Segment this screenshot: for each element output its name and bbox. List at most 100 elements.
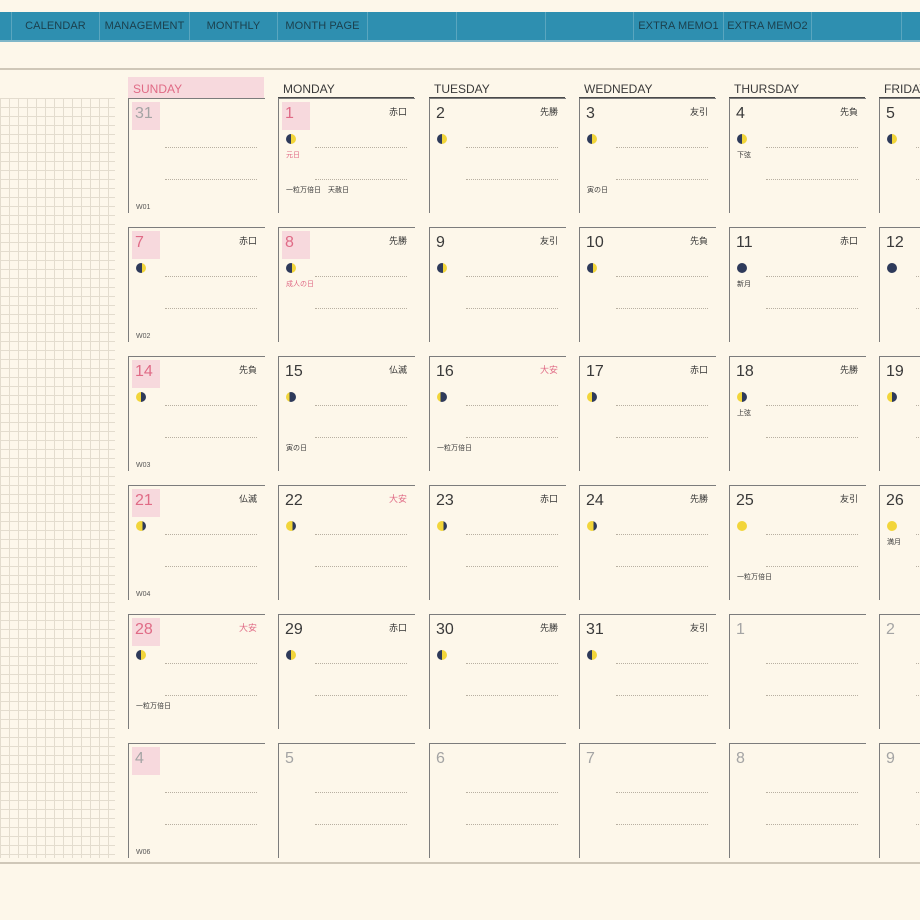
memo-line[interactable]: [766, 534, 858, 535]
memo-line[interactable]: [165, 276, 257, 277]
tab-extra-memo2[interactable]: EXTRA MEMO2: [724, 12, 812, 40]
calendar-day-cell[interactable]: 7 赤口 W02: [128, 227, 265, 342]
calendar-day-cell[interactable]: 2 先勝: [429, 98, 566, 213]
calendar-day-cell[interactable]: 1 赤口 元日 一粒万倍日 天赦日: [278, 98, 415, 213]
memo-line[interactable]: [916, 147, 920, 148]
memo-line[interactable]: [916, 792, 920, 793]
calendar-day-cell[interactable]: 2: [879, 614, 920, 729]
memo-line[interactable]: [466, 308, 558, 309]
calendar-day-cell[interactable]: 1: [729, 614, 866, 729]
tab-extra-memo1[interactable]: EXTRA MEMO1: [634, 12, 724, 40]
calendar-day-cell[interactable]: 17 赤口: [579, 356, 716, 471]
calendar-day-cell[interactable]: 6: [429, 743, 566, 858]
memo-line[interactable]: [616, 695, 708, 696]
memo-line[interactable]: [466, 534, 558, 535]
memo-line[interactable]: [466, 792, 558, 793]
memo-line[interactable]: [766, 308, 858, 309]
calendar-day-cell[interactable]: 7: [579, 743, 716, 858]
memo-line[interactable]: [766, 824, 858, 825]
memo-line[interactable]: [315, 663, 407, 664]
memo-line[interactable]: [315, 695, 407, 696]
memo-line[interactable]: [916, 534, 920, 535]
memo-line[interactable]: [766, 437, 858, 438]
calendar-day-cell[interactable]: 9: [879, 743, 920, 858]
memo-line[interactable]: [165, 405, 257, 406]
memo-line[interactable]: [766, 663, 858, 664]
memo-line[interactable]: [466, 405, 558, 406]
tab-management[interactable]: MANAGEMENT: [100, 12, 190, 40]
memo-line[interactable]: [766, 792, 858, 793]
tab-blank-left[interactable]: [0, 12, 12, 40]
memo-line[interactable]: [916, 824, 920, 825]
memo-line[interactable]: [916, 566, 920, 567]
calendar-day-cell[interactable]: 8 先勝 成人の日: [278, 227, 415, 342]
memo-line[interactable]: [466, 437, 558, 438]
calendar-day-cell[interactable]: 8: [729, 743, 866, 858]
calendar-day-cell[interactable]: 5: [879, 98, 920, 213]
memo-line[interactable]: [766, 566, 858, 567]
tab-calendar[interactable]: CALENDAR: [12, 12, 100, 40]
calendar-day-cell[interactable]: 4 先負 下弦: [729, 98, 866, 213]
memo-line[interactable]: [315, 437, 407, 438]
memo-line[interactable]: [466, 276, 558, 277]
memo-line[interactable]: [616, 824, 708, 825]
memo-line[interactable]: [916, 179, 920, 180]
calendar-day-cell[interactable]: 22 大安: [278, 485, 415, 600]
memo-line[interactable]: [466, 663, 558, 664]
memo-line[interactable]: [315, 276, 407, 277]
calendar-day-cell[interactable]: 3 友引 寅の日: [579, 98, 716, 213]
calendar-day-cell[interactable]: 14 先負 W03: [128, 356, 265, 471]
memo-line[interactable]: [616, 566, 708, 567]
calendar-day-cell[interactable]: 19: [879, 356, 920, 471]
memo-line[interactable]: [916, 405, 920, 406]
memo-line[interactable]: [616, 276, 708, 277]
memo-line[interactable]: [315, 566, 407, 567]
memo-line[interactable]: [616, 437, 708, 438]
calendar-day-cell[interactable]: 26 満月: [879, 485, 920, 600]
memo-line[interactable]: [616, 179, 708, 180]
calendar-day-cell[interactable]: 16 大安 一粒万倍日: [429, 356, 566, 471]
memo-line[interactable]: [315, 308, 407, 309]
memo-line[interactable]: [165, 147, 257, 148]
memo-line[interactable]: [766, 276, 858, 277]
memo-line[interactable]: [165, 663, 257, 664]
calendar-day-cell[interactable]: 4 W06: [128, 743, 265, 858]
memo-line[interactable]: [315, 179, 407, 180]
memo-line[interactable]: [616, 663, 708, 664]
calendar-day-cell[interactable]: 5: [278, 743, 415, 858]
memo-line[interactable]: [466, 179, 558, 180]
calendar-day-cell[interactable]: 28 大安 一粒万倍日: [128, 614, 265, 729]
memo-line[interactable]: [165, 824, 257, 825]
memo-line[interactable]: [165, 534, 257, 535]
memo-line[interactable]: [766, 147, 858, 148]
memo-line[interactable]: [916, 276, 920, 277]
memo-line[interactable]: [315, 824, 407, 825]
tab-blank-1[interactable]: [368, 12, 457, 40]
calendar-day-cell[interactable]: 29 赤口: [278, 614, 415, 729]
memo-line[interactable]: [165, 437, 257, 438]
memo-line[interactable]: [916, 308, 920, 309]
memo-line[interactable]: [766, 695, 858, 696]
tab-blank-3[interactable]: [546, 12, 634, 40]
memo-line[interactable]: [616, 534, 708, 535]
memo-line[interactable]: [916, 437, 920, 438]
memo-line[interactable]: [766, 405, 858, 406]
memo-line[interactable]: [766, 179, 858, 180]
tab-blank-2[interactable]: [457, 12, 546, 40]
calendar-day-cell[interactable]: 11 赤口 新月: [729, 227, 866, 342]
memo-line[interactable]: [165, 695, 257, 696]
calendar-day-cell[interactable]: 9 友引: [429, 227, 566, 342]
tab-monthly[interactable]: MONTHLY: [190, 12, 278, 40]
calendar-day-cell[interactable]: 25 友引 一粒万倍日: [729, 485, 866, 600]
memo-line[interactable]: [916, 695, 920, 696]
memo-line[interactable]: [466, 147, 558, 148]
memo-line[interactable]: [165, 179, 257, 180]
memo-line[interactable]: [916, 663, 920, 664]
calendar-day-cell[interactable]: 24 先勝: [579, 485, 716, 600]
calendar-day-cell[interactable]: 18 先勝 上弦: [729, 356, 866, 471]
memo-line[interactable]: [165, 308, 257, 309]
calendar-day-cell[interactable]: 23 赤口: [429, 485, 566, 600]
calendar-day-cell[interactable]: 31 友引: [579, 614, 716, 729]
memo-line[interactable]: [315, 534, 407, 535]
memo-line[interactable]: [616, 147, 708, 148]
